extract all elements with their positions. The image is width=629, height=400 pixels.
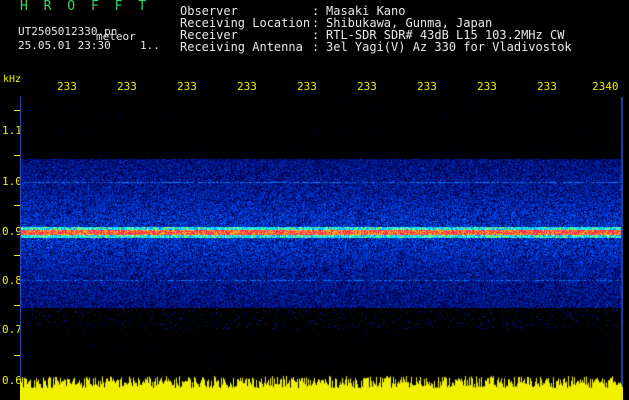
freq-tick: 0.8 [2,274,22,287]
freq-tick: 1.0 [2,175,22,188]
time-tick: 2340 [592,80,619,93]
freq-tick: 0.9 [2,225,22,238]
freq-tick: 0.6 [2,374,22,387]
time-tick: 233 [297,80,317,93]
time-tick: 233 [237,80,257,93]
freq-tick: 1.1 [2,124,22,137]
time-tick: 233 [357,80,377,93]
app-title: H R O F F T [20,0,151,14]
observation-datetime: 25.05.01 23:30 [18,39,111,52]
spectrogram-panel [20,97,623,400]
meteor-count: 1.. [140,39,160,52]
time-tick: 233 [537,80,557,93]
antenna-label: Receiving Antenna [180,40,303,54]
freq-tick: 0.7 [2,323,22,336]
time-tick: 233 [117,80,137,93]
time-tick: 233 [57,80,77,93]
time-tick: 233 [177,80,197,93]
antenna-value: 3el Yagi(V) Az 330 for Vladivostok [326,40,572,54]
time-tick: 233 [417,80,437,93]
frequency-unit: kHz [3,74,22,85]
spectrogram-canvas [20,97,623,400]
time-tick: 233 [477,80,497,93]
antenna-colon: : [312,40,320,54]
